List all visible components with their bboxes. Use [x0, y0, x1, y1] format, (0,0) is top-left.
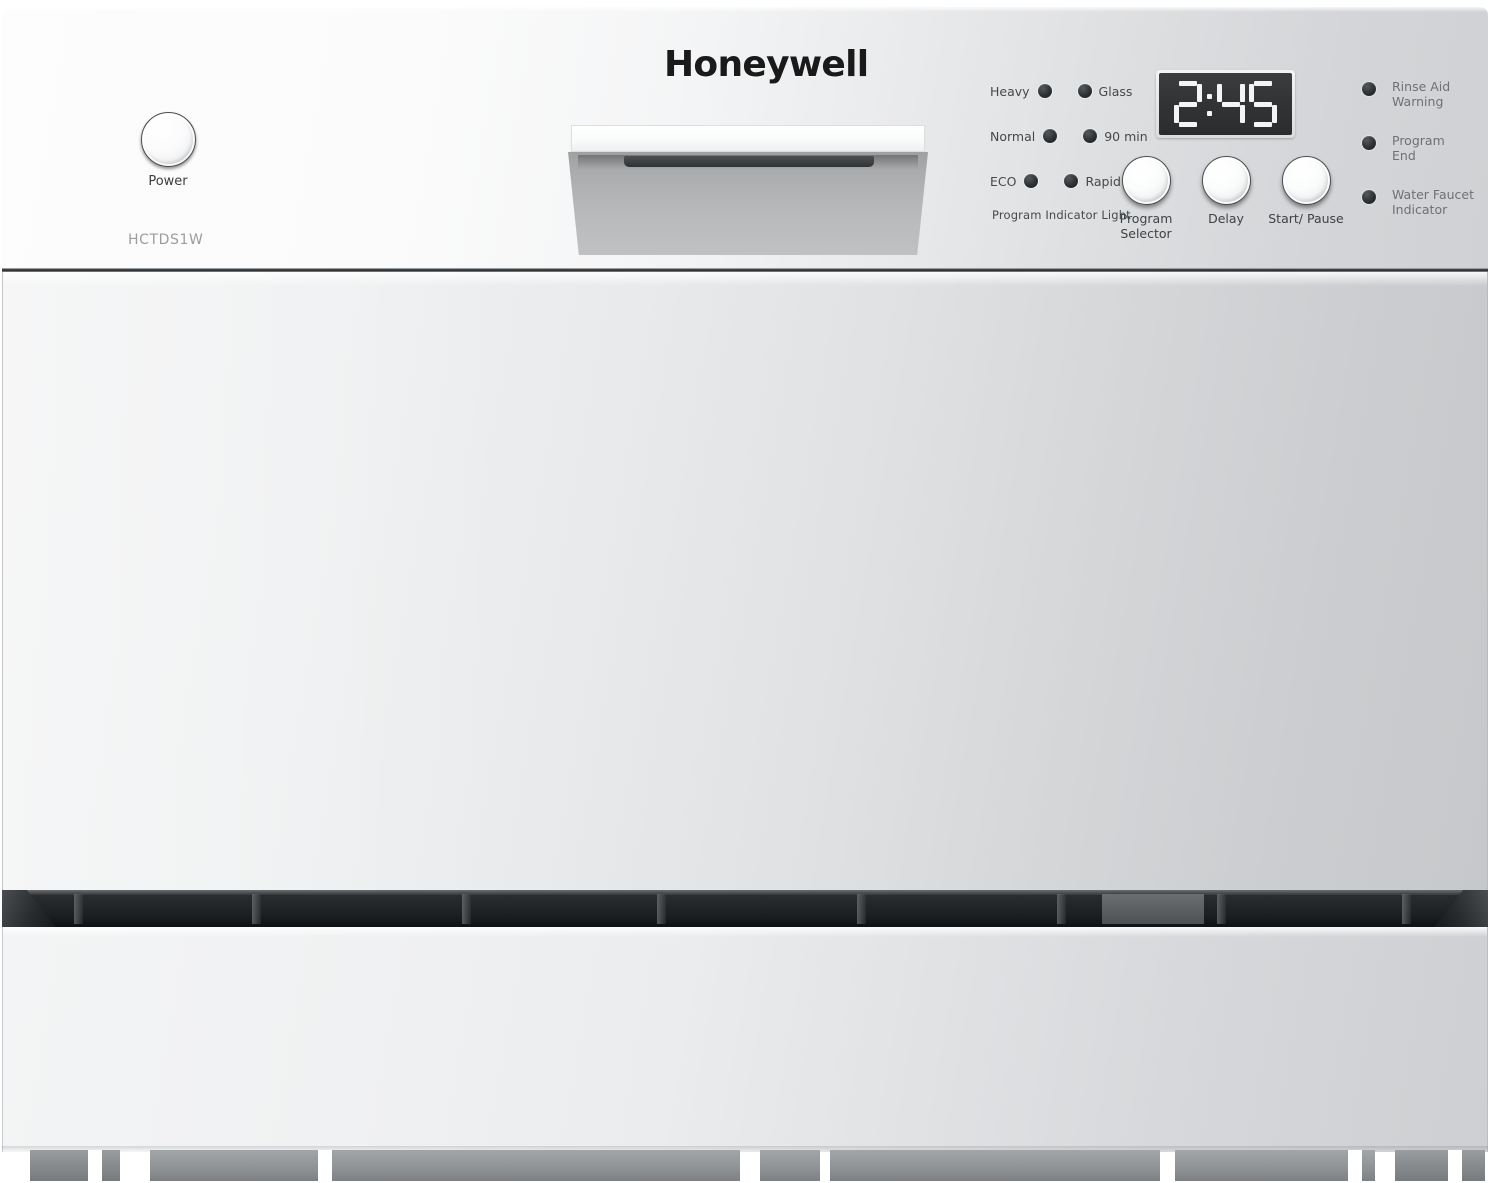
display-digit-1: [1174, 81, 1202, 127]
status-row-rinse-aid: Rinse Aid Warning: [1362, 79, 1492, 109]
bottom-vent-strip: [2, 890, 1488, 927]
door-handle-grip[interactable]: [624, 156, 874, 167]
indicator-label-heavy: Heavy: [990, 83, 1030, 99]
vent-rib: [657, 894, 666, 924]
led-indicator-rinse-aid: [1362, 82, 1376, 96]
seven-segment-time: [1174, 81, 1277, 127]
vent-left-corner: [2, 890, 56, 927]
display-bezel: [1156, 70, 1295, 138]
knob-dial-icon[interactable]: [1281, 156, 1331, 205]
led-indicator-eco: [1024, 174, 1039, 188]
leveling-foot: [150, 1150, 395, 1181]
vent-rib: [252, 894, 261, 924]
status-label-rinse-aid: Rinse Aid Warning: [1392, 79, 1451, 109]
display-digit-3: [1249, 81, 1277, 127]
dishwasher-appliance: Honeywell Power HCTDS1W Heavy Glass Norm…: [0, 0, 1500, 1183]
knob-dial-icon[interactable]: [1201, 156, 1251, 205]
led-indicator-water-faucet: [1362, 190, 1376, 204]
door-handle-assembly[interactable]: [568, 125, 928, 255]
vent-rib: [1217, 894, 1226, 924]
start-pause-knob[interactable]: Start/ Pause: [1258, 156, 1354, 226]
foot-notch: [1348, 1150, 1362, 1181]
indicator-label-glass: Glass: [1098, 83, 1133, 99]
foot-notch: [318, 1150, 332, 1181]
led-indicator-glass: [1077, 84, 1092, 98]
foot-notch: [1448, 1150, 1462, 1181]
indicator-row: Normal 90 min: [990, 125, 1148, 147]
status-label-program-end: Program End: [1392, 133, 1445, 163]
leveling-foot: [830, 1150, 1160, 1181]
time-display: [1159, 73, 1292, 135]
led-indicator-normal: [1043, 129, 1058, 143]
indicator-row: ECO Rapid: [990, 170, 1121, 192]
vent-right-corner: [1434, 890, 1488, 927]
led-indicator-program-end: [1362, 136, 1376, 150]
vent-top-edge: [2, 890, 1488, 895]
leveling-foot: [1175, 1150, 1375, 1181]
leveling-foot: [760, 1150, 820, 1181]
display-digit-2: [1217, 81, 1245, 127]
leveling-foot: [1395, 1150, 1485, 1181]
model-number: HCTDS1W: [128, 232, 204, 248]
brand-logo: Honeywell: [664, 44, 869, 85]
display-colon: [1206, 81, 1213, 127]
leveling-foot: [30, 1150, 120, 1181]
power-knob-icon[interactable]: [140, 112, 196, 167]
vent-rib: [462, 894, 471, 924]
led-indicator-rapid: [1064, 174, 1079, 188]
power-button[interactable]: Power: [138, 112, 198, 189]
led-indicator-90min: [1083, 129, 1098, 143]
status-row-program-end: Program End: [1362, 133, 1492, 163]
dishwasher-door[interactable]: [2, 272, 1488, 890]
indicator-label-eco: ECO: [990, 173, 1017, 189]
led-indicator-heavy: [1037, 84, 1052, 98]
vent-access-plate: [1102, 894, 1204, 924]
control-panel: Honeywell Power HCTDS1W Heavy Glass Norm…: [2, 6, 1488, 271]
status-indicator-list: Rinse Aid Warning Program End Water Fauc…: [1362, 79, 1492, 242]
vent-rib: [857, 894, 866, 924]
base-top-highlight: [3, 927, 1487, 937]
vent-rib: [74, 894, 83, 924]
indicator-label-90min: 90 min: [1104, 128, 1148, 144]
knob-dial-icon[interactable]: [1121, 156, 1171, 205]
vent-rib: [1057, 894, 1066, 924]
door-handle-bar: [571, 125, 925, 152]
program-indicator-grid: Heavy Glass Normal 90 min ECO Rapid: [990, 80, 1148, 215]
vent-rib: [1402, 894, 1411, 924]
indicator-row: Heavy Glass: [990, 80, 1132, 102]
base-panel: [2, 927, 1488, 1152]
start-pause-label: Start/ Pause: [1268, 211, 1344, 226]
foot-notch: [88, 1150, 102, 1181]
door-sheen: [3, 272, 1487, 890]
leveling-foot: [395, 1150, 740, 1181]
status-label-water-faucet: Water Faucet Indicator: [1392, 187, 1475, 217]
panel-top-highlight: [2, 6, 1488, 12]
status-row-water-faucet: Water Faucet Indicator: [1362, 187, 1492, 217]
power-button-label: Power: [148, 174, 188, 189]
indicator-label-normal: Normal: [990, 128, 1036, 144]
